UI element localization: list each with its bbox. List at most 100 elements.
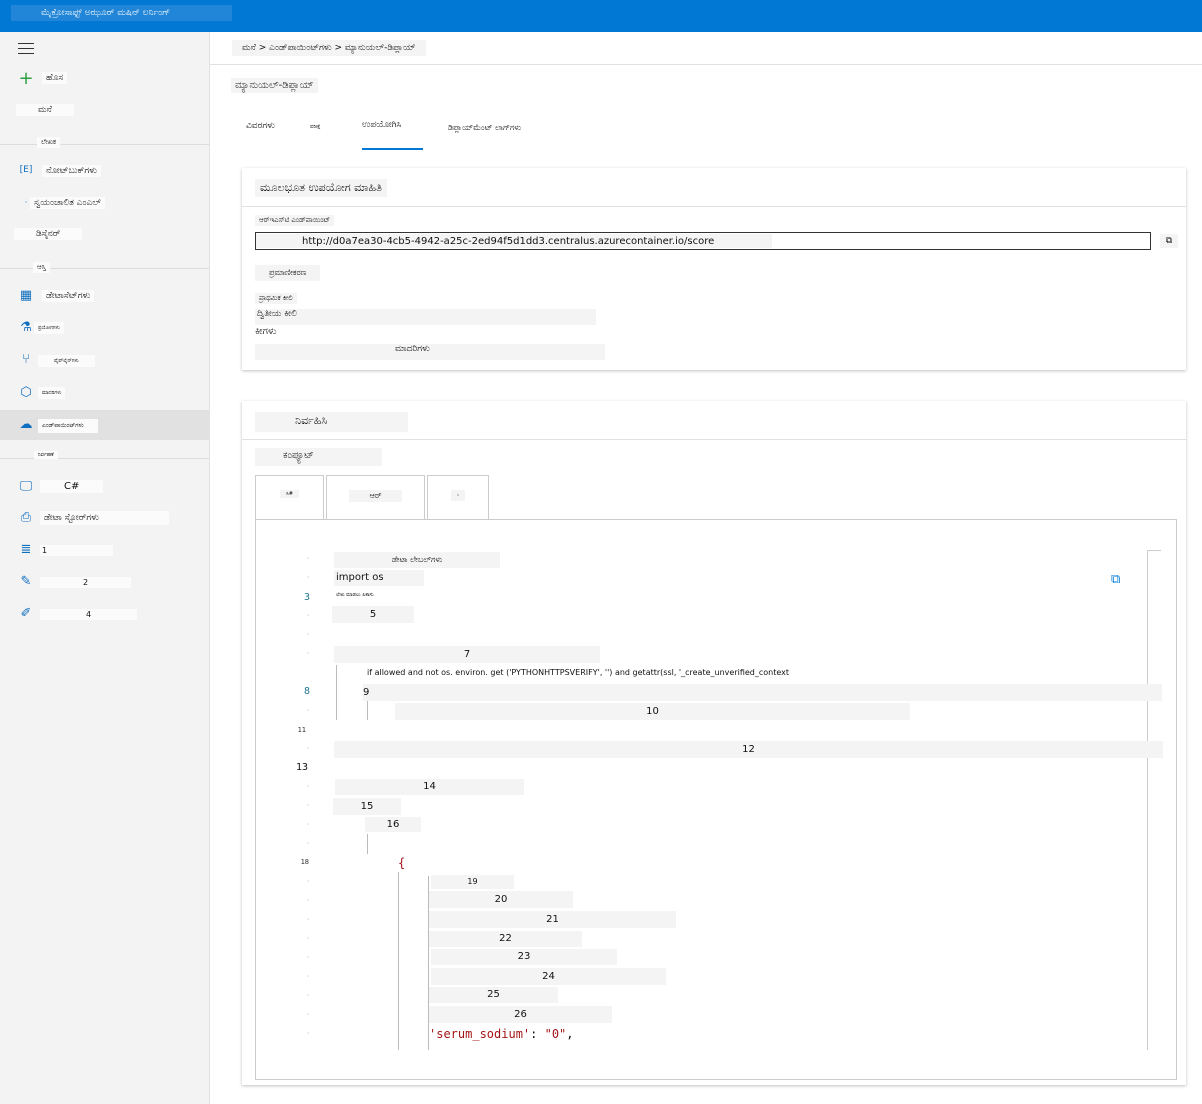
- editor-scrollbar[interactable]: [1147, 550, 1148, 1050]
- line-number: ·: [306, 650, 310, 657]
- sidebar-item-4[interactable]: 4: [40, 609, 138, 620]
- sidebar-item-label: ಮಾದರಿಗಳು: [38, 387, 66, 399]
- line-number: ·: [306, 821, 310, 828]
- line-number: ·: [306, 631, 310, 638]
- sidebar-item-new[interactable]: ಹೊಸ: [42, 72, 68, 84]
- page-title: ಮ್ಯಾನುಯಲ್-ಡಿಪ್ಲಾಯ್: [231, 78, 318, 93]
- line-number: ·: [306, 935, 310, 942]
- compute-icon: 🖵: [19, 479, 33, 494]
- sidebar-item-models[interactable]: ಮಾದರಿಗಳು: [38, 387, 66, 399]
- sidebar-item-home[interactable]: ಮನೆ: [16, 104, 74, 116]
- code-line: 26: [429, 1006, 612, 1023]
- keys-label: ಕೀಗಳು: [255, 326, 277, 337]
- hamburger-icon[interactable]: [18, 43, 34, 58]
- line-number: ·: [306, 897, 310, 904]
- sidebar-item-datasets[interactable]: ಡೇಟಾಸೆಟ್‌ಗಳು: [42, 290, 95, 302]
- code-line: 15: [333, 798, 401, 815]
- code-line: 12: [334, 741, 1163, 758]
- secondary-key-label: ದ್ವಿತೀಯ ಕೀಲಿ: [255, 309, 596, 325]
- indent-guide: [367, 834, 368, 854]
- sidebar-item-endpoints[interactable]: ಎಂಡ್‌ಪಾಯಿಂಟ್‌ಗಳು: [38, 419, 98, 433]
- endpoint-icon: ☁: [19, 417, 33, 432]
- code-line: 22: [429, 931, 582, 947]
- code-line: 20: [429, 891, 573, 908]
- sidebar: [0, 32, 210, 1104]
- line-number: ·: [306, 574, 310, 581]
- line-number: ·: [306, 954, 310, 961]
- tab-deployment-logs[interactable]: ಡಿಪ್ಲಾಯ್‌ಮೆಂಟ್ ಲಾಗ್‌ಗಳು: [448, 123, 521, 133]
- authentication-label: ಪ್ರಮಾಣೀಕರಣ: [255, 265, 321, 281]
- sidebar-item-label: ಹೊಸ: [42, 72, 68, 84]
- line-number: 3: [303, 592, 310, 603]
- models-label: ಮಾದರಿಗಳು: [255, 344, 605, 360]
- sidebar-item-label: ನೋಟ್‌ಬುಕ್‌ಗಳು: [42, 165, 102, 177]
- copy-code-icon[interactable]: ⧉: [1111, 572, 1125, 588]
- sidebar-item-designer[interactable]: ಡಿಸೈನರ್: [14, 228, 83, 240]
- sidebar-item-1[interactable]: 1: [40, 545, 114, 556]
- section-author: ಲೇಖಕ: [37, 137, 61, 148]
- datasets-icon: ▦: [19, 288, 33, 303]
- line-number: ·: [306, 612, 310, 619]
- line-number: ·: [306, 783, 310, 790]
- plus-icon: +: [18, 68, 34, 89]
- code-line: if allowed and not os. environ. get ('PY…: [367, 668, 790, 677]
- database-icon: ≣: [20, 542, 32, 557]
- cube-icon: ⬡: [20, 385, 32, 400]
- copy-icon[interactable]: ⧉: [1160, 234, 1178, 248]
- rest-endpoint-field[interactable]: http://d0a7ea30-4cb5-4942-a25c-2ed94f5d1…: [255, 232, 1151, 250]
- sidebar-item-datastores[interactable]: ಡೇಟಾ ಸ್ಟೋರ್‌ಗಳು: [40, 511, 170, 525]
- code-tab-python[interactable]: ·: [427, 475, 489, 519]
- sidebar-item-label: ಸ್ವಯಂಚಾಲಿತ ಎಂಎಲ್: [30, 197, 105, 209]
- tab-consume[interactable]: ಉಪಯೋಗಿಸಿ: [362, 120, 401, 130]
- consume-header: ನಿರ್ವಹಿಸಿ: [255, 412, 408, 432]
- sidebar-item-label: 4: [40, 609, 138, 620]
- code-line: 19: [431, 875, 514, 889]
- tab-details[interactable]: ವಿವರಗಳು: [246, 121, 275, 131]
- code-title: ಡೇಟಾ ಲೇಬಲ್‌ಗಳು: [334, 552, 500, 568]
- sidebar-item-2[interactable]: 2: [40, 577, 132, 588]
- sidebar-item-automl[interactable]: ಸ್ವಯಂಚಾಲಿತ ಎಂಎಲ್: [30, 197, 105, 209]
- line-number: 18: [300, 858, 309, 866]
- sidebar-item-compute[interactable]: C#: [40, 480, 104, 493]
- sidebar-item-label: ಡೇಟಾಸೆಟ್‌ಗಳು: [42, 290, 95, 302]
- sidebar-item-pipelines[interactable]: ಪೈಪ್‌ಲೈನ್‌ಗಳು: [38, 355, 95, 367]
- top-bar: ಮೈಕ್ರೋಸಾಫ್ಟ್ ಅಝೂರ್ ಮಷಿನ್ ಲರ್ನಿಂಗ್: [0, 0, 1202, 32]
- rest-endpoint-label: ಆರ್‌ಇಎಸ್‌ಟಿ ಎಂಡ್‌ಪಾಯಿಂಟ್: [255, 215, 335, 226]
- app-title[interactable]: ಮೈಕ್ರೋಸಾಫ್ಟ್ ಅಝೂರ್ ಮಷಿನ್ ಲರ್ನಿಂಗ್: [11, 5, 232, 21]
- sidebar-item-label: ಪ್ರಯೋಗಗಳು: [34, 322, 64, 334]
- line-number: ·: [306, 973, 310, 980]
- sidebar-item-experiments[interactable]: ಪ್ರಯೋಗಗಳು: [34, 322, 64, 334]
- code-line: 24: [431, 968, 666, 985]
- code-line: import os: [334, 570, 424, 586]
- active-tab-indicator: [362, 148, 423, 150]
- sidebar-item-label: 1: [40, 545, 114, 556]
- tab-test[interactable]: ಪರೀಕ್ಷೆ: [310, 124, 321, 130]
- compute-label: ಕಂಪ್ಯೂಟ್: [255, 448, 382, 466]
- divider: [0, 458, 209, 459]
- code-line-serum: 'serum_sodium': "0",: [429, 1027, 574, 1041]
- indent-guide: [367, 700, 368, 720]
- code-tab-r[interactable]: ಆರ್: [326, 475, 425, 519]
- sidebar-item-label: C#: [40, 480, 104, 493]
- code-line: 16: [365, 817, 421, 832]
- pipeline-icon: ⑂: [22, 352, 30, 367]
- notebook-icon: [E]: [19, 165, 33, 175]
- line-number: ·: [306, 802, 310, 809]
- flask-icon: ⚗: [20, 320, 32, 335]
- line-number: 13: [295, 762, 308, 773]
- code-line: ಲೇಖ ಮಾಡಲು ಪಿಕಾಸು: [336, 592, 374, 598]
- divider: [1147, 550, 1161, 551]
- code-line: 14: [335, 779, 524, 795]
- sidebar-item-label: ಮನೆ: [16, 104, 74, 116]
- section-assets: ಆಸ್ತಿ: [33, 262, 50, 273]
- line-number: ·: [306, 992, 310, 999]
- breadcrumb[interactable]: ಮನೆ > ಎಂಡ್‌ಪಾಯಿಂಟ್‌ಗಳು > ಮ್ಯಾನುಯಲ್-ಡಿಪ್ಲ…: [232, 40, 426, 56]
- edit-icon: ✎: [20, 574, 32, 589]
- line-number: ·: [306, 555, 310, 562]
- rest-endpoint-value: http://d0a7ea30-4cb5-4942-a25c-2ed94f5d1…: [302, 236, 715, 247]
- code-tab-csharp[interactable]: ಸಿ#: [255, 475, 324, 519]
- line-number: 8: [303, 686, 310, 697]
- sidebar-item-label: ಡಿಸೈನರ್: [14, 228, 83, 240]
- line-number: ·: [306, 878, 310, 885]
- sidebar-item-notebooks[interactable]: ನೋಟ್‌ಬುಕ್‌ಗಳು: [42, 165, 102, 177]
